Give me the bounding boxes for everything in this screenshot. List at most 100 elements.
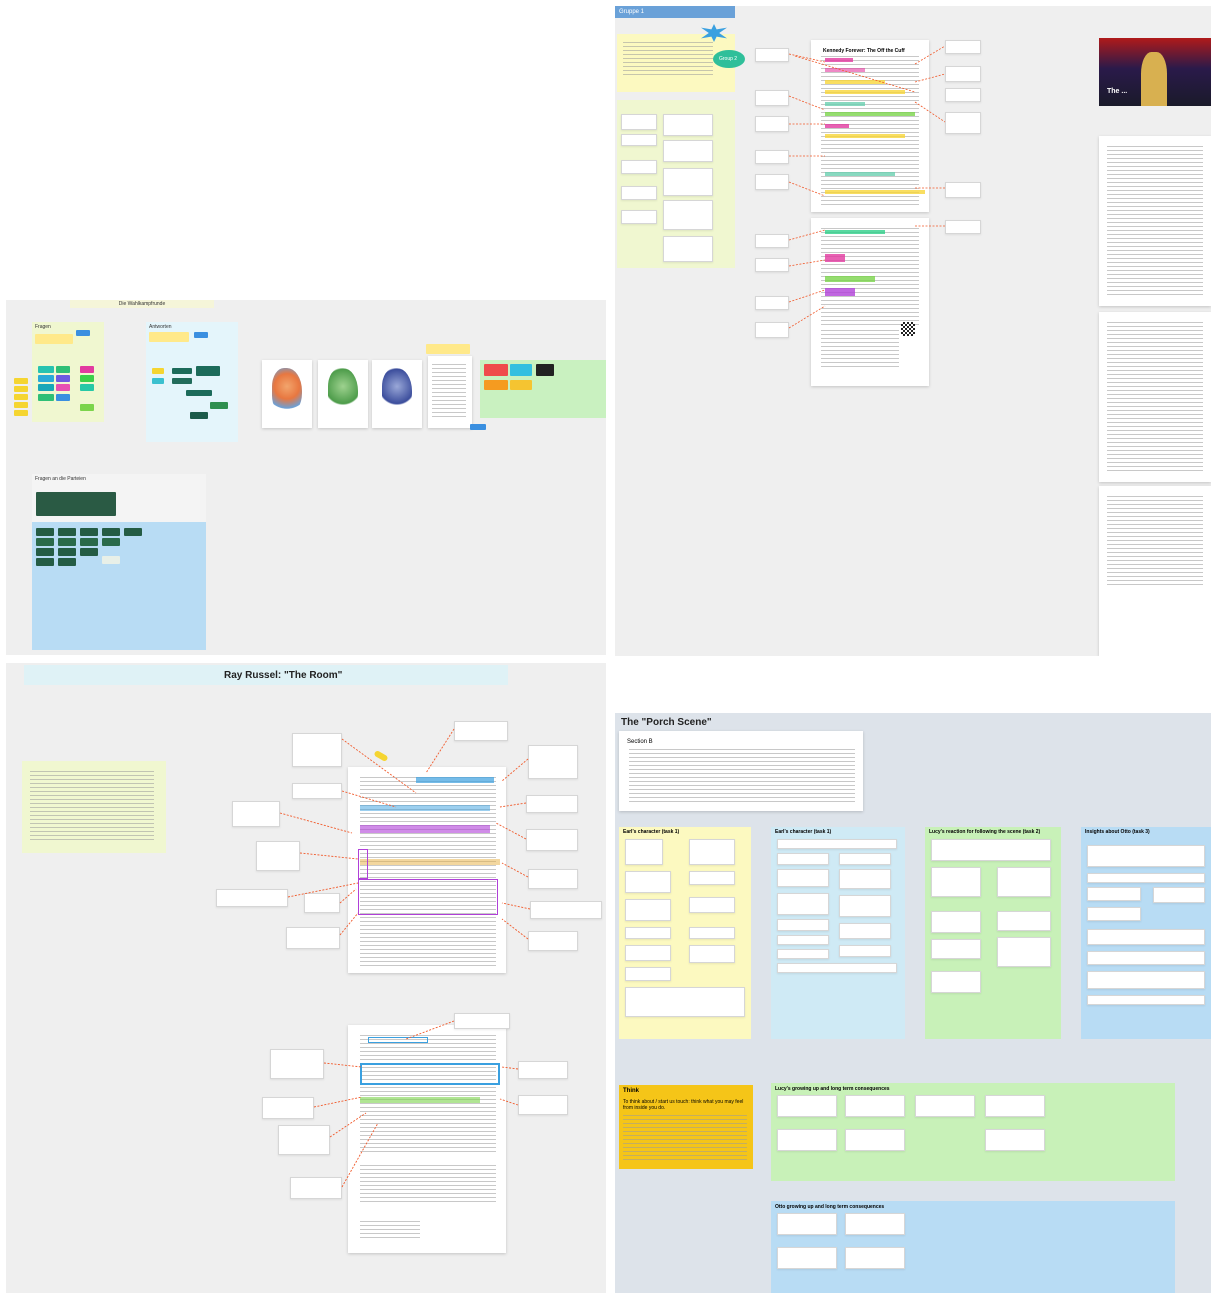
highlighted-document[interactable] xyxy=(811,218,929,386)
answer-card[interactable] xyxy=(839,853,891,865)
answer-card[interactable] xyxy=(931,839,1051,861)
question-card[interactable] xyxy=(663,200,713,230)
answer-card[interactable] xyxy=(931,939,981,959)
tag-note[interactable] xyxy=(76,330,90,336)
comment-card[interactable] xyxy=(945,40,981,54)
note[interactable] xyxy=(124,528,142,536)
answer-card[interactable] xyxy=(777,893,829,915)
text-document[interactable] xyxy=(1099,486,1211,656)
comment-card[interactable] xyxy=(290,1177,342,1199)
answer-card[interactable] xyxy=(845,1213,905,1235)
question-card[interactable] xyxy=(663,168,713,196)
think-box[interactable]: Think To think about / start us touch: t… xyxy=(619,1085,753,1169)
comment-card[interactable] xyxy=(945,182,981,198)
comment-card[interactable] xyxy=(232,801,280,827)
question-card[interactable] xyxy=(621,134,657,146)
answer-card[interactable] xyxy=(845,1129,905,1151)
answer-card[interactable] xyxy=(845,1095,905,1117)
note[interactable] xyxy=(58,558,76,566)
question-card[interactable] xyxy=(663,114,713,136)
text-document[interactable] xyxy=(1099,136,1211,306)
map-card[interactable] xyxy=(318,360,368,428)
tag-note[interactable] xyxy=(194,332,208,338)
answer-card[interactable] xyxy=(777,949,829,959)
board-1[interactable]: Die Wahlkampfrunde Fragen Antworten Frag… xyxy=(6,300,606,655)
column-earl-2[interactable]: Earl's character (task 1) xyxy=(771,827,905,1039)
note[interactable] xyxy=(58,548,76,556)
answer-card[interactable] xyxy=(839,945,891,957)
answer-card[interactable] xyxy=(625,945,671,961)
question-card[interactable] xyxy=(663,140,713,162)
comment-card[interactable] xyxy=(526,795,578,813)
answer-card[interactable] xyxy=(625,871,671,893)
note[interactable] xyxy=(56,384,70,391)
comment-card[interactable] xyxy=(755,296,789,310)
note[interactable] xyxy=(56,366,70,373)
answer-card[interactable] xyxy=(985,1095,1045,1117)
answer-card[interactable] xyxy=(1087,929,1205,945)
column-earl[interactable]: Earl's character (task 1) xyxy=(619,827,751,1039)
note[interactable] xyxy=(210,402,228,409)
note[interactable] xyxy=(58,538,76,546)
answer-card[interactable] xyxy=(777,963,897,973)
note[interactable] xyxy=(484,364,508,376)
comment-card[interactable] xyxy=(454,721,508,741)
answer-card[interactable] xyxy=(777,919,829,931)
note[interactable] xyxy=(102,556,120,564)
comment-card[interactable] xyxy=(530,901,602,919)
answer-card[interactable] xyxy=(777,1247,837,1269)
note[interactable] xyxy=(510,364,532,376)
comment-card[interactable] xyxy=(528,869,578,889)
note[interactable] xyxy=(152,378,164,384)
note[interactable] xyxy=(80,548,98,556)
answer-card[interactable] xyxy=(931,867,981,897)
answer-card[interactable] xyxy=(985,1129,1045,1151)
note[interactable] xyxy=(38,375,54,382)
column-otto[interactable]: Insights about Otto (task 3) xyxy=(1081,827,1211,1039)
note[interactable] xyxy=(38,366,54,373)
note[interactable] xyxy=(14,386,28,392)
comment-card[interactable] xyxy=(755,258,789,272)
answer-card[interactable] xyxy=(1153,887,1205,903)
notes-panel[interactable] xyxy=(22,761,166,853)
comment-card[interactable] xyxy=(528,745,578,779)
note[interactable] xyxy=(484,380,508,390)
answer-card[interactable] xyxy=(777,869,829,887)
doc-card[interactable] xyxy=(428,356,472,428)
otto-growing-panel[interactable]: Otto growing up and long term consequenc… xyxy=(771,1201,1175,1293)
note[interactable] xyxy=(80,366,94,373)
answer-card[interactable] xyxy=(1087,951,1205,965)
video-thumbnail[interactable]: The ... xyxy=(1099,38,1211,106)
comment-card[interactable] xyxy=(526,829,578,851)
note[interactable] xyxy=(14,410,28,416)
answer-card[interactable] xyxy=(839,895,891,917)
answer-card[interactable] xyxy=(625,899,671,921)
note[interactable] xyxy=(80,538,98,546)
comment-card[interactable] xyxy=(945,220,981,234)
note[interactable] xyxy=(172,368,192,374)
card-group-b[interactable]: Antworten xyxy=(146,322,238,442)
answer-card[interactable] xyxy=(689,871,735,885)
note[interactable] xyxy=(38,394,54,401)
comment-card[interactable] xyxy=(292,733,342,767)
answer-card[interactable] xyxy=(1087,995,1205,1005)
comment-card[interactable] xyxy=(755,234,789,248)
note-yellow[interactable] xyxy=(149,332,189,342)
comment-card[interactable] xyxy=(454,1013,510,1029)
question-card[interactable] xyxy=(621,186,657,200)
question-card[interactable] xyxy=(621,160,657,174)
question-card[interactable] xyxy=(621,210,657,224)
comment-card[interactable] xyxy=(755,48,789,62)
note[interactable] xyxy=(102,528,120,536)
board-2[interactable]: Gruppe 1 Group 2 Kennedy Forever: The Of… xyxy=(615,6,1211,656)
map-card[interactable] xyxy=(372,360,422,428)
comment-card[interactable] xyxy=(528,931,578,951)
answer-card[interactable] xyxy=(689,839,735,865)
note-yellow[interactable] xyxy=(426,344,470,354)
answer-card[interactable] xyxy=(1087,845,1205,867)
comment-card[interactable] xyxy=(286,927,340,949)
note[interactable] xyxy=(58,528,76,536)
note[interactable] xyxy=(56,375,70,382)
note[interactable] xyxy=(36,528,54,536)
note[interactable] xyxy=(190,412,208,419)
